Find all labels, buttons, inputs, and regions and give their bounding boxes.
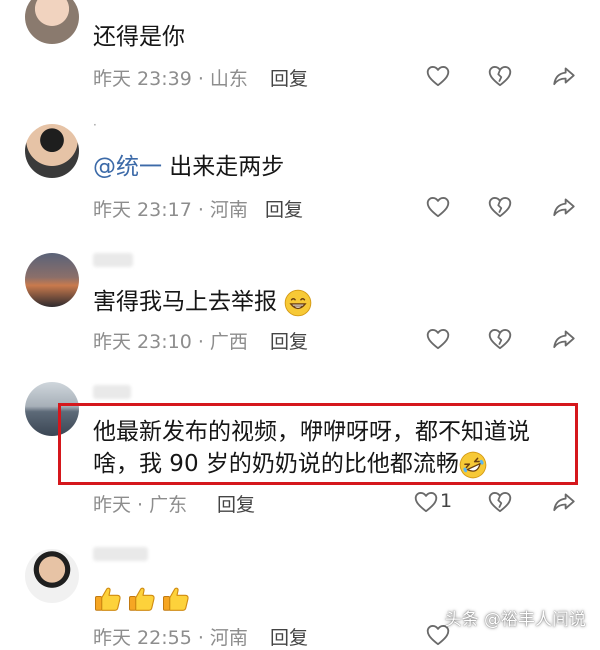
share-icon[interactable] — [551, 194, 577, 220]
avatar[interactable] — [25, 0, 79, 44]
reply-button[interactable]: 回复 — [270, 64, 308, 91]
watermark: 头条 @裕丰人间说 — [444, 610, 586, 630]
reply-button[interactable]: 回复 — [217, 490, 255, 517]
reply-button[interactable]: 回复 — [270, 327, 308, 354]
reply-button[interactable]: 回复 — [265, 195, 303, 222]
comment-meta: 昨天 23:17 · 河南 — [93, 199, 248, 221]
comment-text: @统一 出来走两步 — [93, 150, 284, 184]
avatar[interactable] — [25, 253, 79, 307]
avatar[interactable] — [25, 124, 79, 178]
thumbs-up-emoji — [93, 584, 123, 614]
comment-text: 害得我马上去举报 — [93, 285, 312, 319]
highlight-box — [58, 403, 578, 485]
avatar[interactable] — [25, 549, 79, 603]
broken-heart-icon[interactable] — [487, 489, 513, 515]
comment-item: 还得是你 昨天 23:39 · 山东 回复 — [0, 0, 600, 115]
username[interactable] — [93, 385, 131, 399]
comment-meta: 昨天 23:39 · 山东 — [93, 68, 248, 90]
share-icon[interactable] — [551, 326, 577, 352]
share-icon[interactable] — [551, 489, 577, 515]
mention-link[interactable]: @统一 — [93, 154, 162, 180]
comment-text-body: 害得我马上去举报 — [93, 289, 277, 315]
reply-button[interactable]: 回复 — [270, 623, 308, 650]
thumbs-up-emoji — [127, 584, 157, 614]
broken-heart-icon[interactable] — [487, 63, 513, 89]
thumbs-up-emoji — [161, 584, 191, 614]
comment-meta: 昨天 · 广东 — [93, 494, 188, 516]
broken-heart-icon[interactable] — [487, 194, 513, 220]
like-icon[interactable] — [425, 326, 451, 352]
username[interactable] — [93, 253, 133, 267]
comment-meta: 昨天 23:10 · 广西 — [93, 331, 248, 353]
like-icon[interactable] — [425, 194, 451, 220]
grin-emoji — [284, 289, 312, 317]
username[interactable] — [93, 547, 148, 561]
broken-heart-icon[interactable] — [487, 326, 513, 352]
comment-item: · @统一 出来走两步 昨天 23:17 · 河南 回复 — [0, 115, 600, 245]
username[interactable]: · — [93, 118, 97, 132]
like-icon[interactable] — [413, 489, 439, 515]
comment-text — [93, 581, 191, 615]
share-icon[interactable] — [551, 63, 577, 89]
comment-text: 还得是你 — [93, 24, 185, 50]
comment-text-body: 出来走两步 — [162, 154, 285, 180]
like-count: 1 — [440, 490, 453, 512]
comment-item: 害得我马上去举报 昨天 23:10 · 广西 回复 — [0, 245, 600, 375]
like-icon[interactable] — [425, 63, 451, 89]
comment-meta: 昨天 22:55 · 河南 — [93, 627, 248, 649]
